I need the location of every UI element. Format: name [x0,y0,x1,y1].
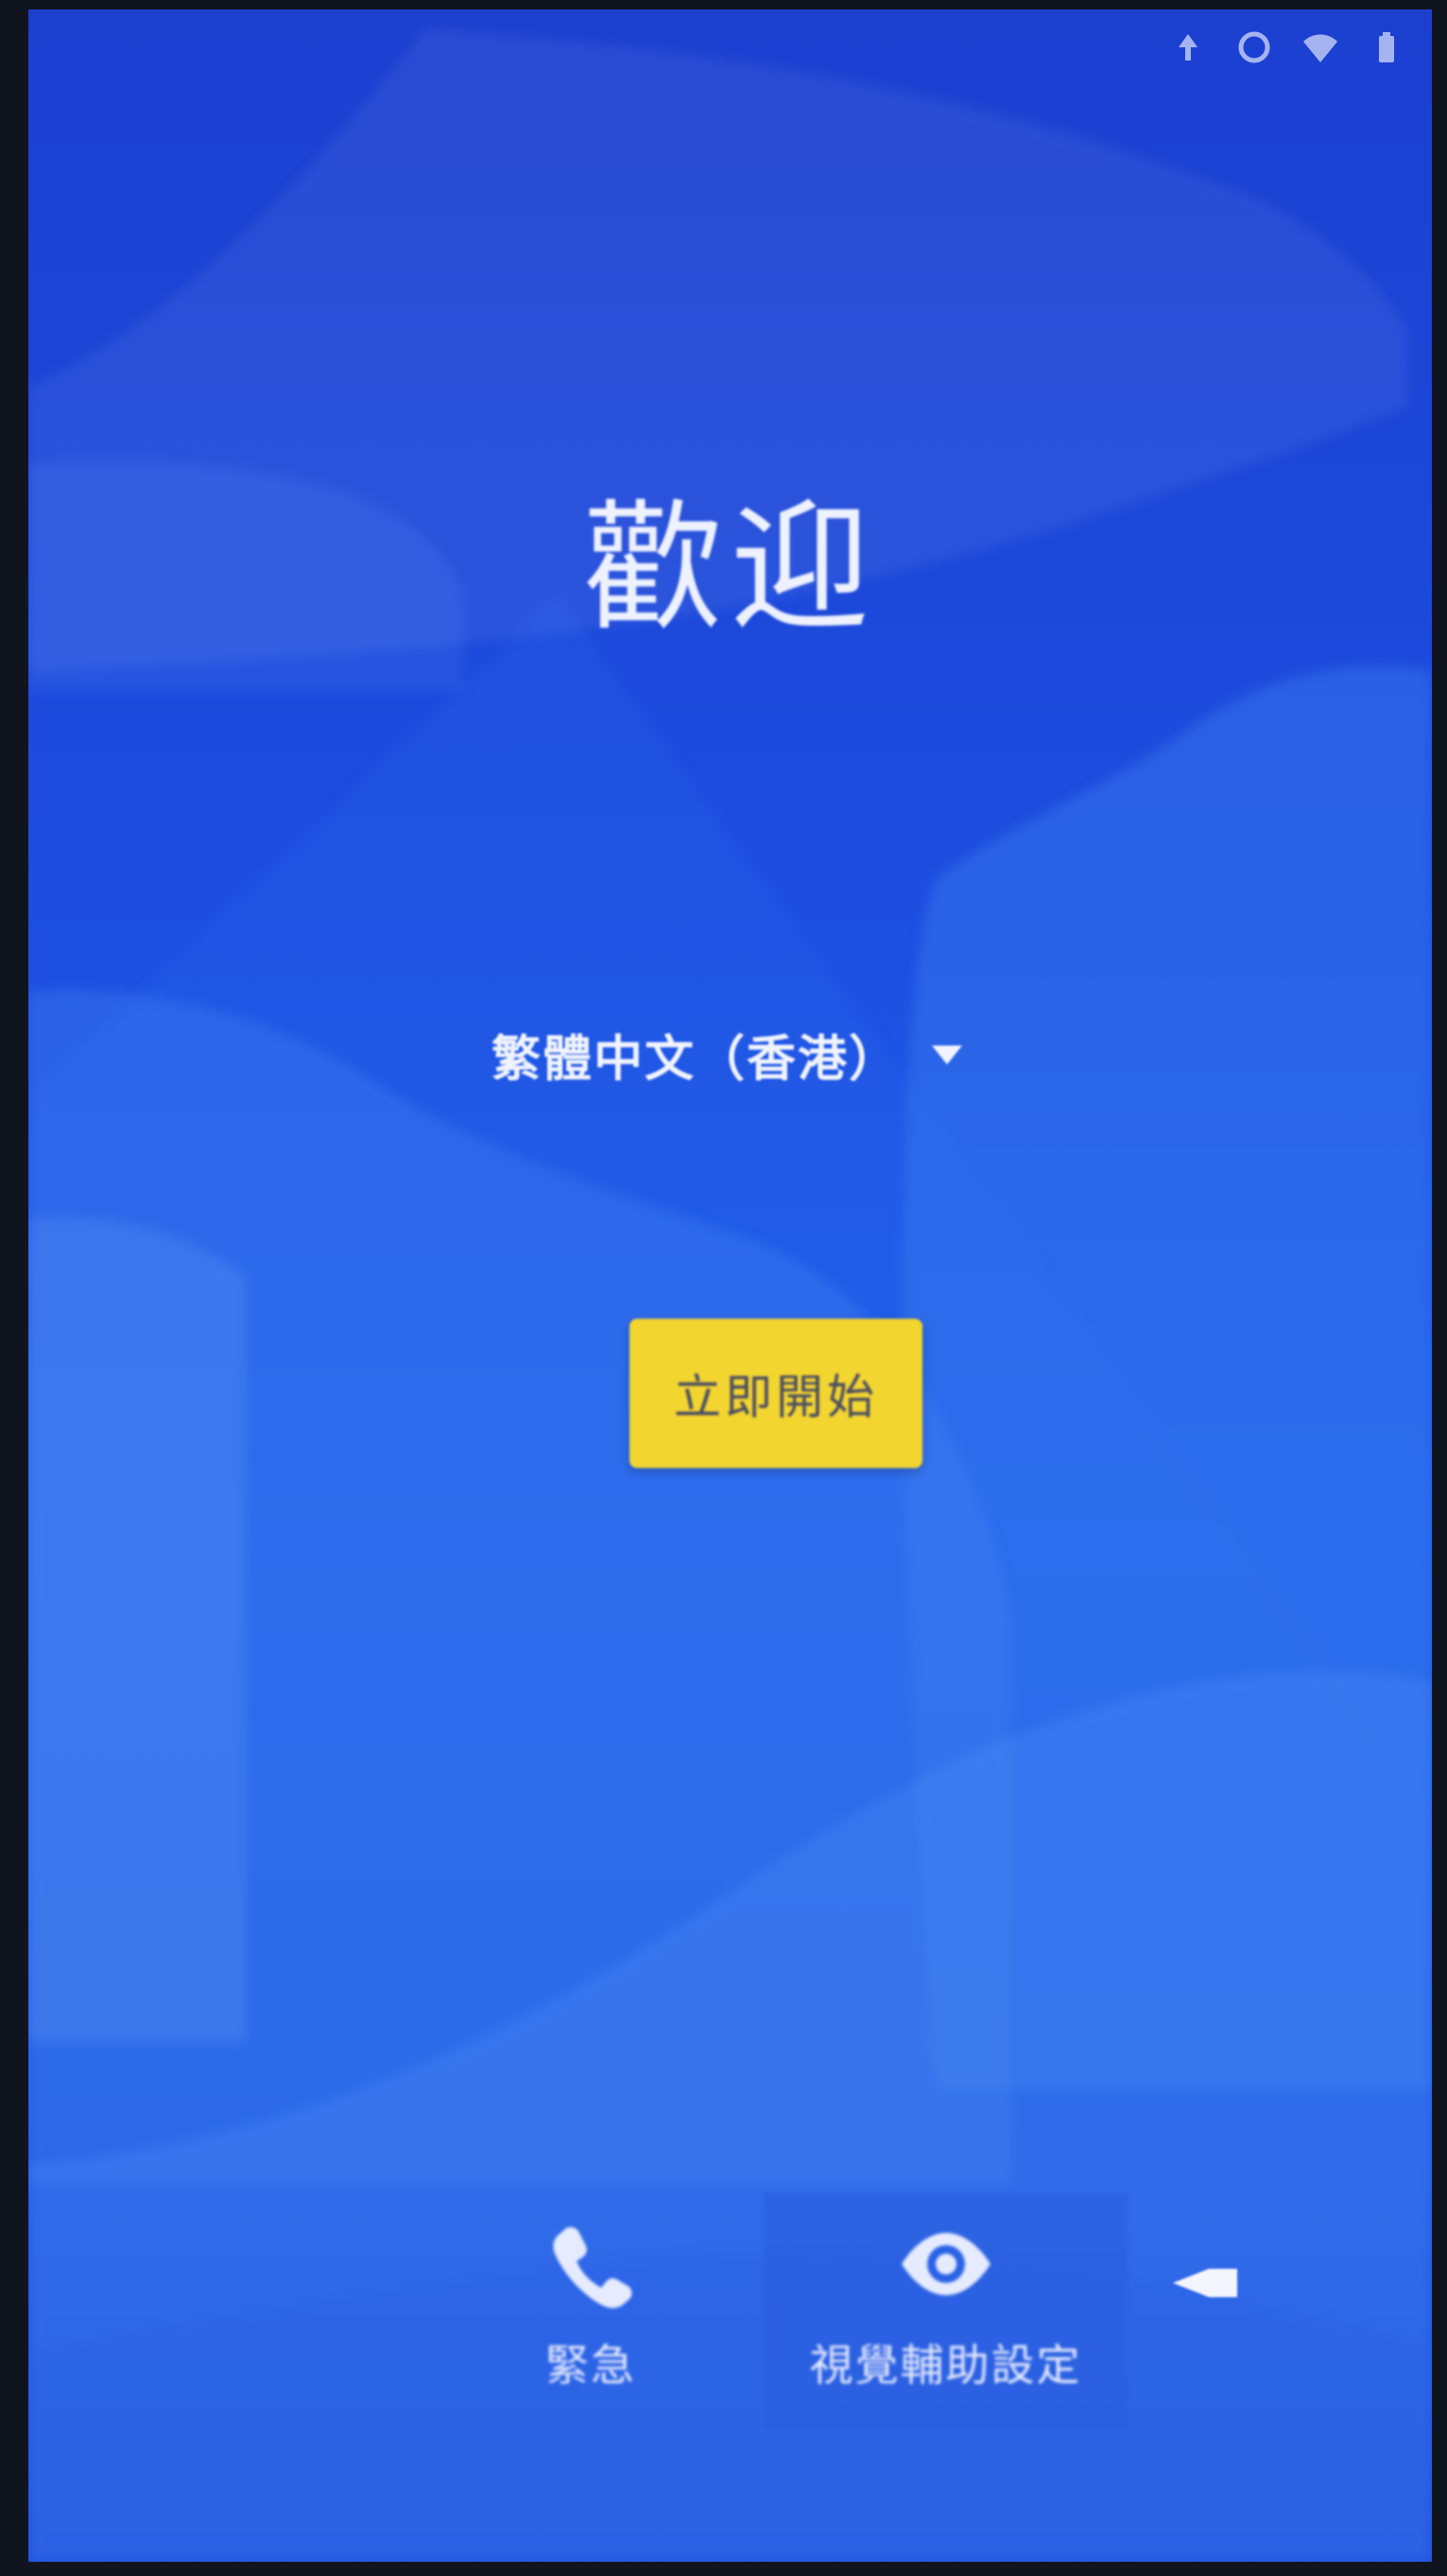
phone-icon [553,2226,632,2308]
wave-background [28,28,1432,2562]
wifi-icon [1303,34,1337,62]
emergency-label: 緊急 [545,2340,636,2391]
language-selector[interactable]: 繁體中文（香港） [491,1007,966,1101]
eye-icon [901,2233,991,2295]
start-button-label: 立即開始 [674,1371,878,1424]
chevron-down-icon [932,1046,963,1064]
next-arrow-icon[interactable] [1167,2259,1243,2307]
data-arrow-icon [1179,34,1197,61]
status-bar [1169,26,1405,68]
emergency-button[interactable]: 緊急 [501,2193,680,2429]
language-label: 繁體中文（香港） [491,1030,901,1088]
vision-settings-button[interactable]: 視覺輔助設定 [764,2193,1128,2429]
welcome-title: 歡迎 [582,487,878,649]
setup-screen: 歡迎 繁體中文（香港） 立即開始 緊急 視覺輔助設定 [28,9,1432,2562]
record-icon [1238,31,1270,63]
start-button[interactable]: 立即開始 [629,1319,922,1468]
vision-settings-label: 視覺輔助設定 [809,2340,1082,2391]
battery-icon [1379,32,1394,62]
